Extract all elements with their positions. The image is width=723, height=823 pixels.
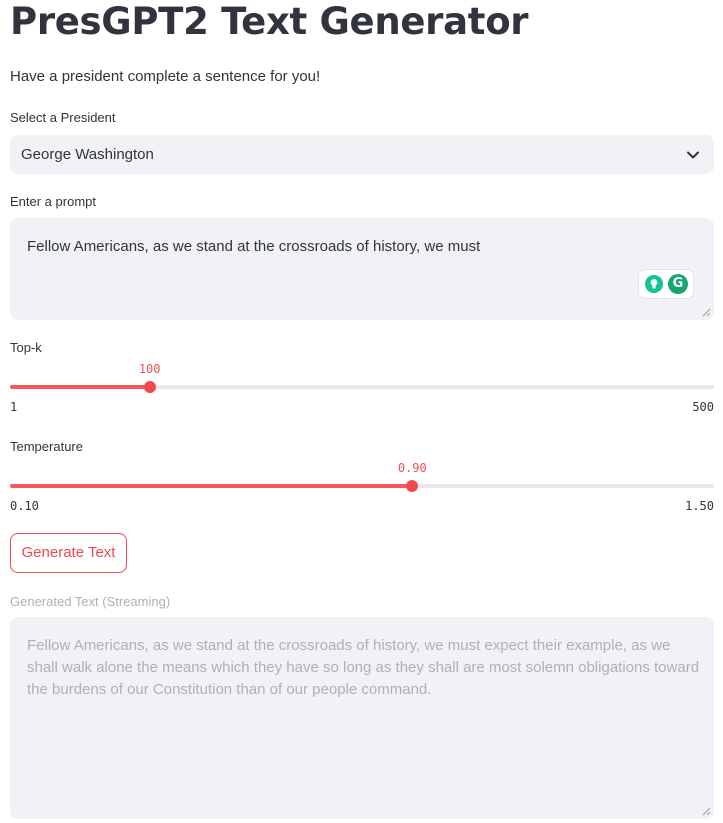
output-textarea[interactable]: Fellow Americans, as we stand at the cro… bbox=[10, 617, 714, 819]
generate-text-button[interactable]: Generate Text bbox=[10, 533, 127, 573]
prompt-label: Enter a prompt bbox=[10, 194, 96, 209]
top-k-slider-value: 100 bbox=[138, 362, 161, 376]
top-k-slider-min: 1 bbox=[10, 400, 18, 414]
grammarly-logo-icon[interactable]: G bbox=[668, 274, 688, 294]
president-select[interactable]: George Washington bbox=[10, 135, 714, 174]
temperature-slider-fill bbox=[10, 484, 413, 488]
temperature-slider-min: 0.10 bbox=[10, 499, 39, 513]
top-k-slider[interactable]: 100 1 500 bbox=[10, 362, 714, 414]
temperature-slider-thumb[interactable] bbox=[406, 480, 419, 492]
prompt-text: Fellow Americans, as we stand at the cro… bbox=[27, 238, 481, 255]
president-select-value: George Washington bbox=[21, 146, 154, 163]
output-label: Generated Text (Streaming) bbox=[10, 594, 171, 609]
resize-handle-icon[interactable] bbox=[702, 807, 711, 816]
page-subtitle: Have a president complete a sentence for… bbox=[10, 68, 321, 85]
temperature-slider[interactable]: 0.90 0.10 1.50 bbox=[10, 461, 714, 513]
top-k-slider-thumb[interactable] bbox=[143, 381, 156, 393]
temperature-label: Temperature bbox=[10, 439, 83, 454]
temperature-slider-value: 0.90 bbox=[397, 461, 427, 475]
temperature-slider-max: 1.50 bbox=[685, 499, 714, 513]
prompt-textarea[interactable]: Fellow Americans, as we stand at the cro… bbox=[10, 218, 714, 320]
president-select-label: Select a President bbox=[10, 110, 116, 125]
top-k-slider-fill bbox=[10, 385, 150, 389]
grammarly-suggestion-icon[interactable] bbox=[645, 275, 663, 293]
output-text: Fellow Americans, as we stand at the cro… bbox=[27, 637, 700, 698]
top-k-slider-max: 500 bbox=[692, 400, 714, 414]
grammarly-widget[interactable]: G bbox=[639, 270, 693, 298]
page-title: PresGPT2 Text Generator bbox=[10, 0, 529, 43]
resize-handle-icon[interactable] bbox=[702, 308, 711, 317]
chevron-down-icon[interactable] bbox=[686, 148, 700, 162]
top-k-label: Top-k bbox=[10, 340, 42, 355]
